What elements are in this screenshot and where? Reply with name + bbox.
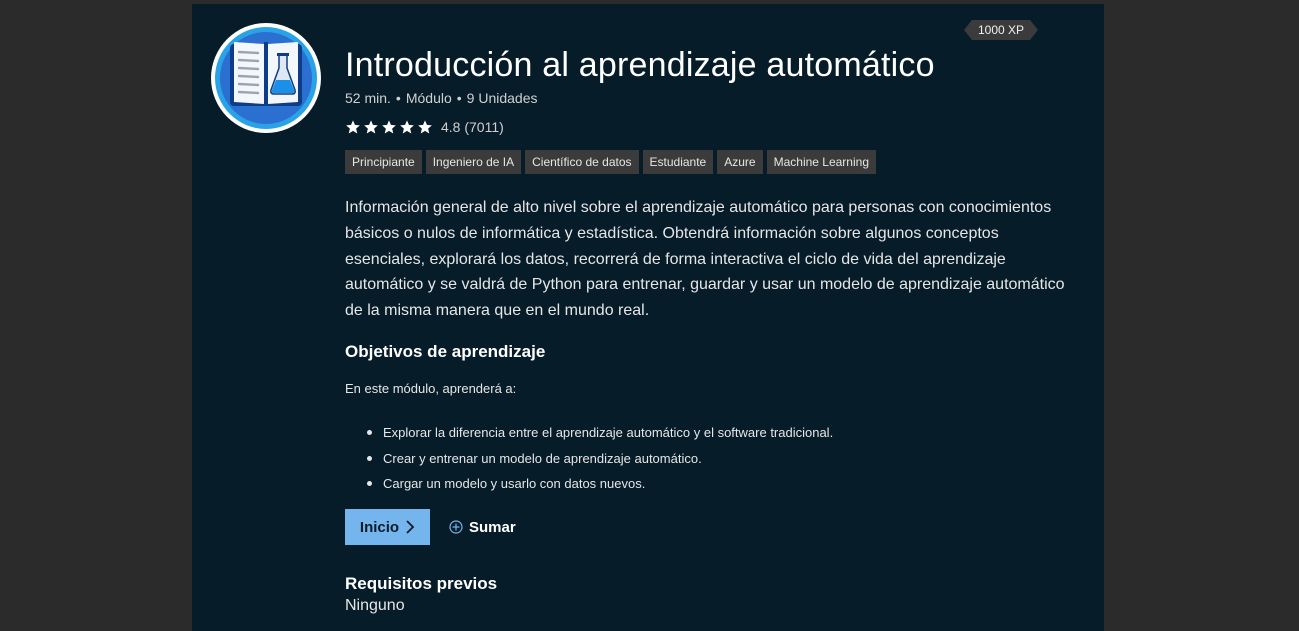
objectives-list: Explorar la diferencia entre el aprendiz… [345,420,833,497]
prerequisites-value: Ninguno [345,597,405,614]
star-icon [400,120,414,134]
objective-text: Cargar un modelo y usarlo con datos nuev… [383,476,646,491]
rating-stars [345,119,433,135]
objective-text: Crear y entrenar un modelo de aprendizaj… [383,450,702,466]
star-icon [418,120,432,134]
book-flask-icon [211,23,321,133]
list-item: Cargar un modelo y usarlo con datos nuev… [345,471,833,497]
chevron-right-icon [406,520,415,534]
module-card: 1000 XP Introducción al aprendizaje auto… [192,4,1104,631]
meta-separator: • [456,90,462,106]
rating: 4.8 (7011) [345,119,504,135]
start-button-label: Inicio [359,518,400,536]
list-item: Explorar la diferencia entre el aprendiz… [345,420,833,446]
tag[interactable]: Científico de datos [525,150,639,174]
tag[interactable]: Principiante [345,150,422,174]
star-icon [346,120,360,134]
module-description: Información general de alto nivel sobre … [345,199,1065,320]
start-button[interactable]: Inicio [345,509,430,545]
add-button[interactable]: Sumar [449,509,516,545]
duration: 52 min. [345,90,391,106]
add-button-label: Sumar [469,518,516,536]
bullet [367,455,372,461]
module-meta: 52 min. • Módulo • 9 Unidades [345,90,537,106]
objective-text: Explorar la diferencia entre el aprendiz… [383,425,834,440]
rating-score: 4.8 [441,119,461,135]
tag[interactable]: Machine Learning [766,150,876,174]
star-icon [364,120,378,134]
objectives-intro: En este módulo, aprenderá a: [345,381,517,396]
tag[interactable]: Azure [717,150,763,174]
bullet [367,430,372,435]
bullet [367,481,372,486]
prerequisites-heading: Requisitos previos [345,574,498,593]
circle-plus-icon [449,520,463,534]
module-type: Módulo [405,90,452,106]
meta-separator: • [395,90,401,106]
list-item: Crear y entrenar un modelo de aprendizaj… [345,446,833,472]
objectives-heading: Objetivos de aprendizaje [345,342,546,361]
tag-list: Principiante Ingeniero de IA Científico … [345,150,876,174]
unit-count: 9 Unidades [466,90,538,106]
tag[interactable]: Ingeniero de IA [425,150,522,174]
rating-count: (7011) [464,119,504,135]
tag[interactable]: Estudiante [642,150,714,174]
star-icon [382,120,396,134]
xp-badge: 1000 XP [964,20,1038,40]
page-title: Introducción al aprendizaje automático [345,46,935,84]
